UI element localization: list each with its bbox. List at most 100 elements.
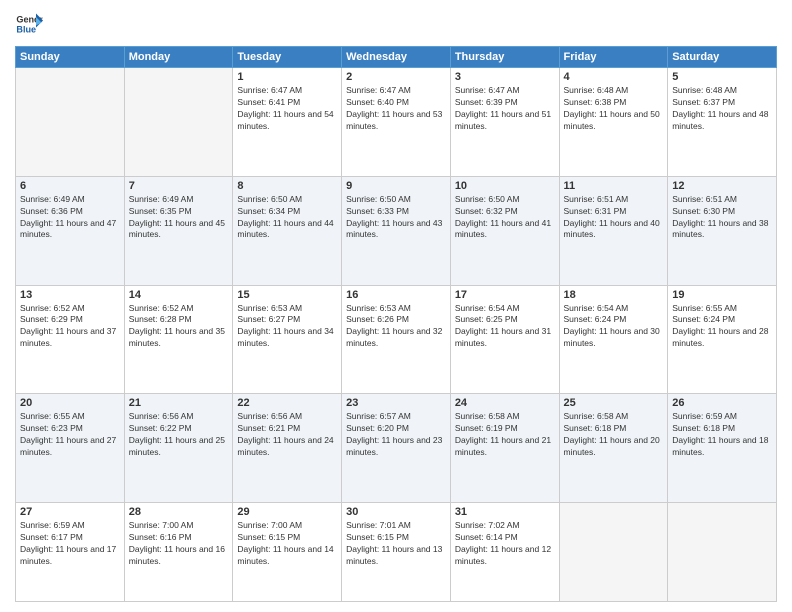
calendar-cell: 8 Sunrise: 6:50 AM Sunset: 6:34 PM Daylig… [233,176,342,285]
calendar-cell: 1 Sunrise: 6:47 AM Sunset: 6:41 PM Daylig… [233,68,342,177]
day-number: 20 [20,397,120,409]
calendar-cell: 30 Sunrise: 7:01 AM Sunset: 6:15 PM Dayli… [342,503,451,602]
day-info: Sunrise: 6:54 AM Sunset: 6:25 PM Dayligh… [455,303,555,351]
day-number: 1 [237,71,337,83]
calendar-cell: 9 Sunrise: 6:50 AM Sunset: 6:33 PM Daylig… [342,176,451,285]
calendar-week-row: 27 Sunrise: 6:59 AM Sunset: 6:17 PM Dayli… [16,503,777,602]
day-info: Sunrise: 7:02 AM Sunset: 6:14 PM Dayligh… [455,520,555,568]
day-info: Sunrise: 6:47 AM Sunset: 6:41 PM Dayligh… [237,85,337,133]
calendar-cell: 15 Sunrise: 6:53 AM Sunset: 6:27 PM Dayli… [233,285,342,394]
calendar-cell: 22 Sunrise: 6:56 AM Sunset: 6:21 PM Dayli… [233,394,342,503]
day-number: 5 [672,71,772,83]
day-number: 18 [564,289,664,301]
day-number: 28 [129,506,229,518]
header: General Blue [15,10,777,38]
day-info: Sunrise: 6:50 AM Sunset: 6:33 PM Dayligh… [346,194,446,242]
day-info: Sunrise: 7:00 AM Sunset: 6:15 PM Dayligh… [237,520,337,568]
general-blue-logo-icon: General Blue [15,10,43,38]
day-number: 8 [237,180,337,192]
day-info: Sunrise: 6:59 AM Sunset: 6:17 PM Dayligh… [20,520,120,568]
day-number: 27 [20,506,120,518]
day-number: 7 [129,180,229,192]
calendar-cell: 16 Sunrise: 6:53 AM Sunset: 6:26 PM Dayli… [342,285,451,394]
calendar-cell: 26 Sunrise: 6:59 AM Sunset: 6:18 PM Dayli… [668,394,777,503]
weekday-header-thursday: Thursday [450,47,559,68]
day-number: 31 [455,506,555,518]
calendar-cell: 4 Sunrise: 6:48 AM Sunset: 6:38 PM Daylig… [559,68,668,177]
calendar-cell: 25 Sunrise: 6:58 AM Sunset: 6:18 PM Dayli… [559,394,668,503]
day-info: Sunrise: 6:49 AM Sunset: 6:36 PM Dayligh… [20,194,120,242]
calendar-week-row: 13 Sunrise: 6:52 AM Sunset: 6:29 PM Dayli… [16,285,777,394]
day-number: 15 [237,289,337,301]
day-info: Sunrise: 6:57 AM Sunset: 6:20 PM Dayligh… [346,411,446,459]
day-number: 6 [20,180,120,192]
weekday-header-sunday: Sunday [16,47,125,68]
calendar-cell: 7 Sunrise: 6:49 AM Sunset: 6:35 PM Daylig… [124,176,233,285]
calendar-cell: 14 Sunrise: 6:52 AM Sunset: 6:28 PM Dayli… [124,285,233,394]
day-number: 2 [346,71,446,83]
day-info: Sunrise: 6:51 AM Sunset: 6:31 PM Dayligh… [564,194,664,242]
day-info: Sunrise: 6:56 AM Sunset: 6:21 PM Dayligh… [237,411,337,459]
day-number: 25 [564,397,664,409]
day-info: Sunrise: 6:59 AM Sunset: 6:18 PM Dayligh… [672,411,772,459]
day-number: 12 [672,180,772,192]
day-info: Sunrise: 6:50 AM Sunset: 6:32 PM Dayligh… [455,194,555,242]
weekday-header-friday: Friday [559,47,668,68]
calendar-cell: 27 Sunrise: 6:59 AM Sunset: 6:17 PM Dayli… [16,503,125,602]
day-info: Sunrise: 6:56 AM Sunset: 6:22 PM Dayligh… [129,411,229,459]
calendar-week-row: 20 Sunrise: 6:55 AM Sunset: 6:23 PM Dayli… [16,394,777,503]
day-number: 10 [455,180,555,192]
day-info: Sunrise: 6:49 AM Sunset: 6:35 PM Dayligh… [129,194,229,242]
calendar-cell: 28 Sunrise: 7:00 AM Sunset: 6:16 PM Dayli… [124,503,233,602]
day-info: Sunrise: 7:01 AM Sunset: 6:15 PM Dayligh… [346,520,446,568]
calendar-cell: 3 Sunrise: 6:47 AM Sunset: 6:39 PM Daylig… [450,68,559,177]
day-number: 14 [129,289,229,301]
day-number: 29 [237,506,337,518]
day-info: Sunrise: 6:55 AM Sunset: 6:23 PM Dayligh… [20,411,120,459]
calendar-cell: 24 Sunrise: 6:58 AM Sunset: 6:19 PM Dayli… [450,394,559,503]
calendar-cell: 21Sunrise: 6:56 AM Sunset: 6:22 PM Dayli… [124,394,233,503]
day-info: Sunrise: 6:58 AM Sunset: 6:19 PM Dayligh… [455,411,555,459]
calendar-cell [559,503,668,602]
day-info: Sunrise: 6:58 AM Sunset: 6:18 PM Dayligh… [564,411,664,459]
day-number: 3 [455,71,555,83]
day-number: 4 [564,71,664,83]
calendar-cell [668,503,777,602]
day-info: Sunrise: 6:54 AM Sunset: 6:24 PM Dayligh… [564,303,664,351]
day-info: Sunrise: 6:48 AM Sunset: 6:38 PM Dayligh… [564,85,664,133]
day-info: Sunrise: 6:52 AM Sunset: 6:28 PM Dayligh… [129,303,229,351]
day-info: Sunrise: 6:53 AM Sunset: 6:26 PM Dayligh… [346,303,446,351]
weekday-header-wednesday: Wednesday [342,47,451,68]
day-info: Sunrise: 6:48 AM Sunset: 6:37 PM Dayligh… [672,85,772,133]
day-number: 11 [564,180,664,192]
day-number: 19 [672,289,772,301]
day-number: 9 [346,180,446,192]
calendar-cell [16,68,125,177]
day-info: Sunrise: 6:50 AM Sunset: 6:34 PM Dayligh… [237,194,337,242]
calendar-cell: 23 Sunrise: 6:57 AM Sunset: 6:20 PM Dayli… [342,394,451,503]
day-number: 23 [346,397,446,409]
day-info: Sunrise: 6:53 AM Sunset: 6:27 PM Dayligh… [237,303,337,351]
day-info: Sunrise: 6:47 AM Sunset: 6:39 PM Dayligh… [455,85,555,133]
day-number: 22 [237,397,337,409]
day-number: 17 [455,289,555,301]
day-number: 30 [346,506,446,518]
calendar-cell: 11 Sunrise: 6:51 AM Sunset: 6:31 PM Dayli… [559,176,668,285]
calendar-cell [124,68,233,177]
calendar-cell: 20 Sunrise: 6:55 AM Sunset: 6:23 PM Dayli… [16,394,125,503]
day-number: 13 [20,289,120,301]
day-info: Sunrise: 6:52 AM Sunset: 6:29 PM Dayligh… [20,303,120,351]
calendar-cell: 10 Sunrise: 6:50 AM Sunset: 6:32 PM Dayli… [450,176,559,285]
day-info: Sunrise: 7:00 AM Sunset: 6:16 PM Dayligh… [129,520,229,568]
calendar-table: SundayMondayTuesdayWednesdayThursdayFrid… [15,46,777,602]
calendar-cell: 5 Sunrise: 6:48 AM Sunset: 6:37 PM Daylig… [668,68,777,177]
calendar-cell: 17 Sunrise: 6:54 AM Sunset: 6:25 PM Dayli… [450,285,559,394]
day-number: 24 [455,397,555,409]
calendar-cell: 12Sunrise: 6:51 AM Sunset: 6:30 PM Dayli… [668,176,777,285]
day-number: 26 [672,397,772,409]
logo-area: General Blue [15,10,43,38]
weekday-header-tuesday: Tuesday [233,47,342,68]
day-info: Sunrise: 6:47 AM Sunset: 6:40 PM Dayligh… [346,85,446,133]
day-number: 16 [346,289,446,301]
day-info: Sunrise: 6:55 AM Sunset: 6:24 PM Dayligh… [672,303,772,351]
